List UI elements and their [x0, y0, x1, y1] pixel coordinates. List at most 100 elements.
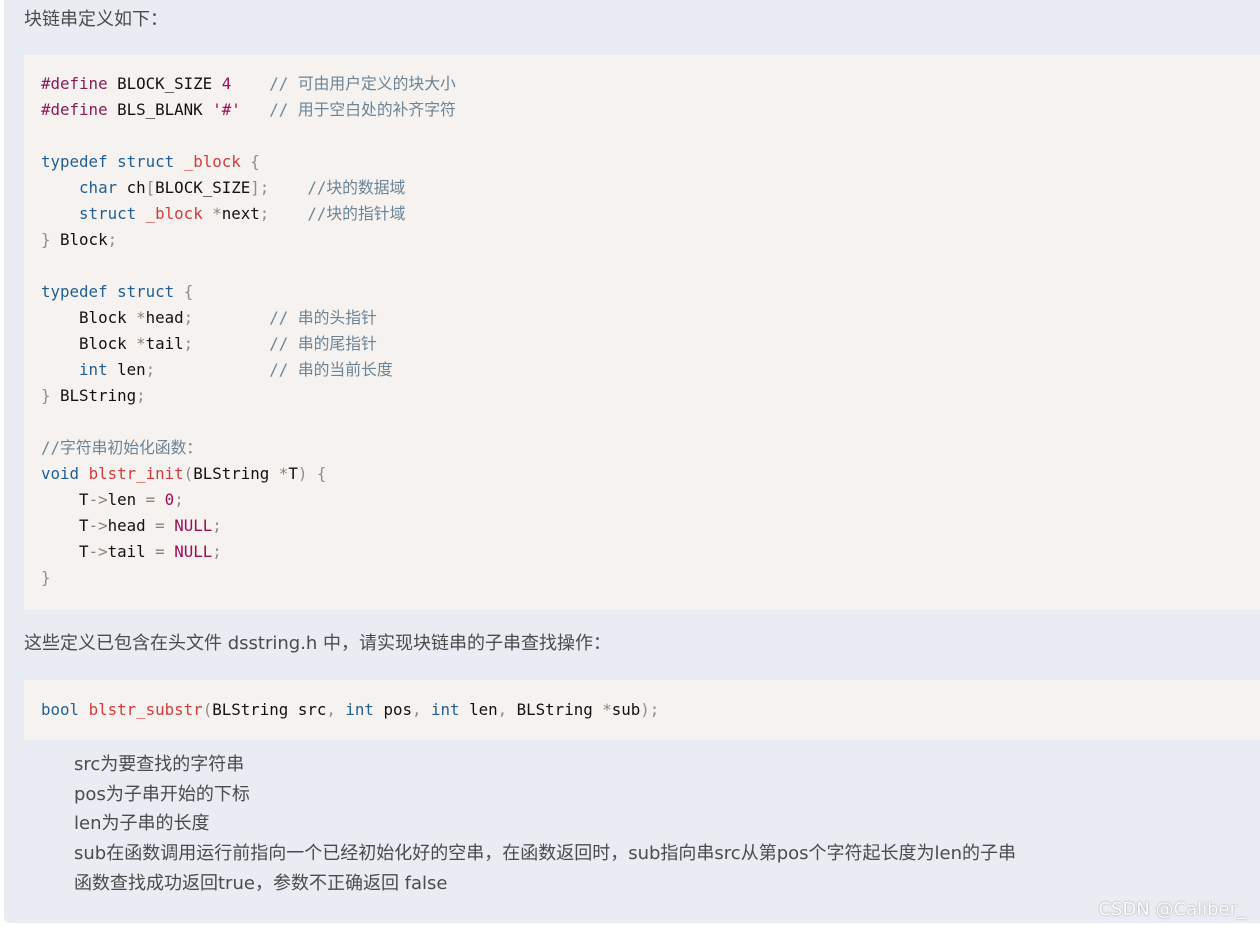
code-token: NULL — [174, 542, 213, 561]
code-token: -> — [88, 490, 108, 509]
code-token: -> — [88, 516, 108, 535]
code-token: Block — [41, 334, 137, 353]
code-token: tail — [145, 334, 184, 353]
code-token: BLString src — [212, 700, 327, 719]
code-token: , — [326, 700, 336, 719]
code-token: _block — [183, 152, 241, 171]
code-token: blstr_substr — [88, 700, 203, 719]
code1-line — [41, 253, 456, 279]
code-token: BLString — [507, 700, 603, 719]
code-token: ; — [212, 542, 222, 561]
code-token: blstr_init — [88, 464, 184, 483]
code-token: struct — [117, 282, 175, 301]
code-token: #define — [41, 100, 108, 119]
code-token: * — [136, 308, 146, 327]
code-token: * — [212, 204, 222, 223]
code-token: int — [79, 360, 108, 379]
code-token: // 串的当前长度 — [269, 360, 393, 379]
code-token: T — [41, 490, 89, 509]
code-signature: bool blstr_substr(BLString src, int pos,… — [41, 697, 659, 723]
code1-line: T->len = 0; — [41, 487, 456, 513]
code-token: ; — [259, 204, 270, 223]
code1-line: #define BLS_BLANK '#' // 用于空白处的补齐字符 — [41, 97, 456, 123]
code-token: ; — [145, 360, 156, 379]
code-token: BLString — [193, 464, 279, 483]
code-token: BLString — [50, 386, 137, 405]
code-token: ]; — [250, 178, 270, 197]
code-token: '#' — [212, 100, 241, 119]
code-token: _block — [145, 204, 203, 223]
code-token: struct — [79, 204, 137, 223]
code-token: [ — [145, 178, 156, 197]
code-token: ; — [212, 516, 222, 535]
code1-line: int len; // 串的当前长度 — [41, 357, 456, 383]
code-token: } — [41, 230, 51, 249]
code-token: , — [497, 700, 508, 719]
code-token: len — [107, 360, 146, 379]
code-token: //块的数据域 — [307, 178, 406, 197]
code-token: len — [459, 700, 498, 719]
parameter-note: sub在函数调用运行前指向一个已经初始化好的空串，在函数返回时，sub指向串sr… — [74, 843, 1016, 865]
code1-line: } Block; — [41, 227, 456, 253]
code1-line: struct _block *next; //块的指针域 — [41, 201, 456, 227]
middle-text: 这些定义已包含在头文件 dsstring.h 中，请实现块链串的子串查找操作： — [24, 633, 612, 654]
code-token: ch — [117, 178, 146, 197]
code-token: { — [316, 464, 327, 483]
code-token: BLOCK_SIZE — [155, 178, 251, 197]
code-token: // 可由用户定义的块大小 — [269, 74, 456, 93]
code-token: struct — [117, 152, 175, 171]
code1-line: } BLString; — [41, 383, 456, 409]
code-token: ; — [183, 334, 194, 353]
parameter-note: len为子串的长度 — [74, 813, 210, 835]
code-token: int — [345, 700, 374, 719]
watermark: CSDN @Caliber_ — [1098, 899, 1246, 920]
code-token: , — [411, 700, 422, 719]
code1-line: #define BLOCK_SIZE 4 // 可由用户定义的块大小 — [41, 71, 456, 97]
code-token: { — [183, 282, 194, 301]
code1-line: void blstr_init(BLString *T) { — [41, 461, 456, 487]
code-token: -> — [88, 542, 108, 561]
parameter-note: 函数查找成功返回true，参数不正确返回 false — [74, 872, 448, 894]
code-token: head — [145, 308, 184, 327]
code1-line: typedef struct { — [41, 279, 456, 305]
code-token: T — [41, 516, 89, 535]
code-token: //字符串初始化函数： — [41, 438, 203, 457]
code-token: T — [41, 542, 89, 561]
code-token: } — [41, 568, 51, 587]
code-token: * — [602, 700, 612, 719]
code-token: BLOCK_SIZE — [107, 74, 222, 93]
code-token: Block — [41, 308, 137, 327]
parameter-note: src为要查找的字符串 — [74, 754, 245, 775]
code-definitions: #define BLOCK_SIZE 4 // 可由用户定义的块大小 #defin… — [41, 71, 456, 591]
code-token: } — [41, 386, 51, 405]
code-token: = — [155, 542, 165, 561]
code-token: 4 — [221, 74, 232, 93]
code-token: bool — [41, 700, 80, 719]
code1-line — [41, 123, 456, 149]
code-token: // 用于空白处的补齐字符 — [269, 100, 456, 119]
parameter-notes: src为要查找的字符串 pos为子串开始的下标 len为子串的长度 sub在函数调用运… — [74, 750, 1016, 899]
code-token: typedef — [41, 152, 108, 171]
code-token: T — [288, 464, 298, 483]
code-token: Block — [50, 230, 108, 249]
code-token: 0 — [164, 490, 175, 509]
code-token: void — [41, 464, 80, 483]
code1-line: char ch[BLOCK_SIZE]; //块的数据域 — [41, 175, 456, 201]
code-token: ) — [297, 464, 308, 483]
